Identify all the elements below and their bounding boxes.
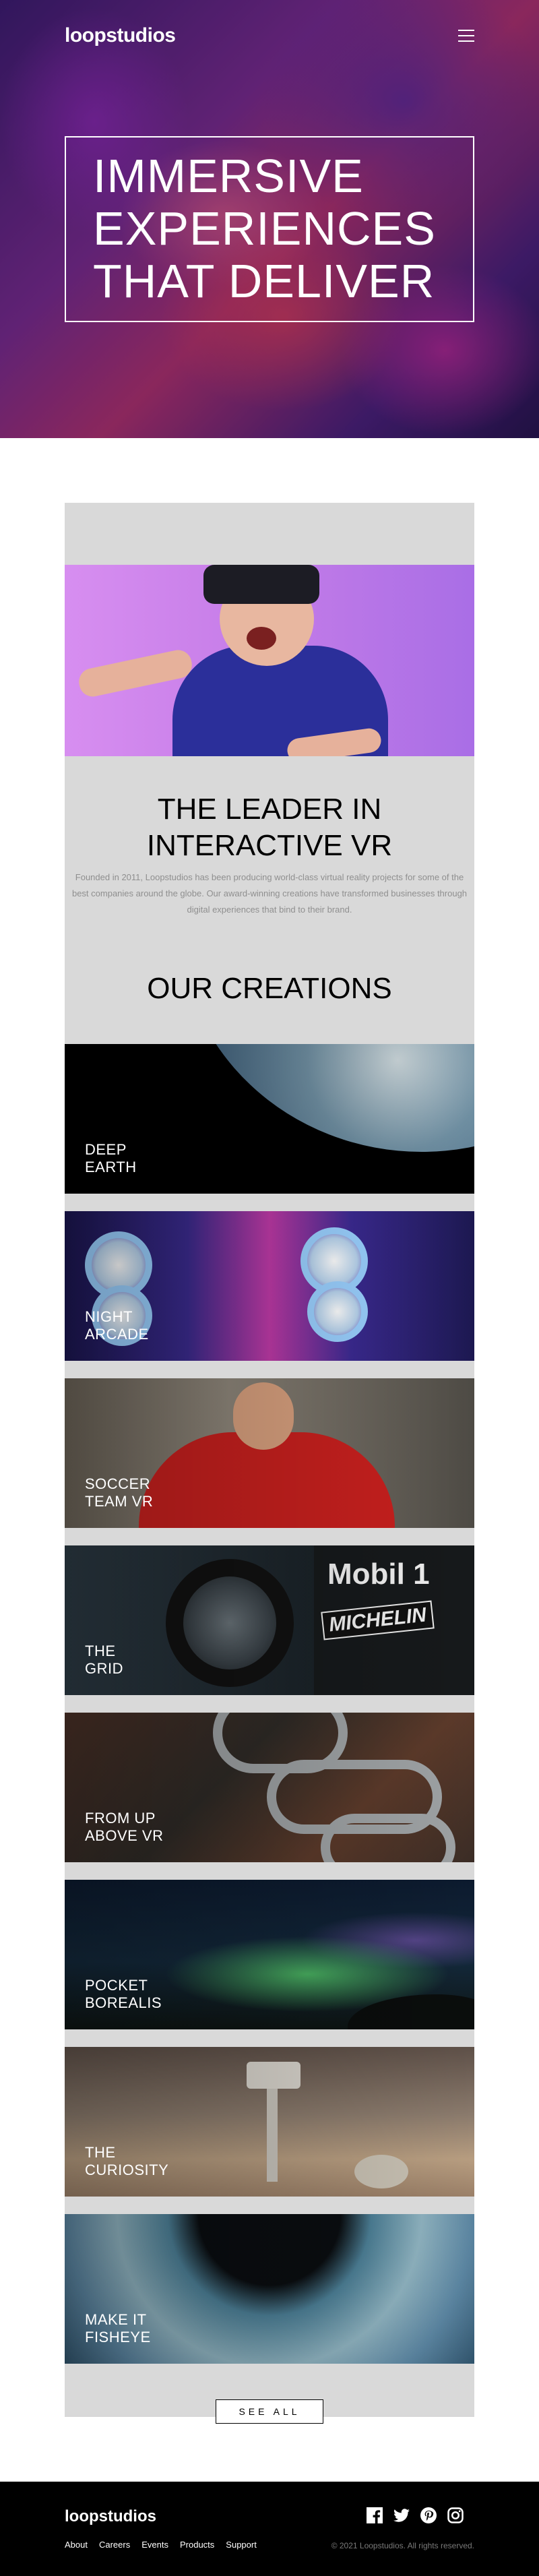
about-text: Founded in 2011, Loopstudios has been pr… <box>71 872 468 915</box>
hero-section: loopstudios IMMERSIVE EXPERIENCES THAT D… <box>0 0 539 438</box>
creation-label: POCKET BOREALIS <box>85 1977 162 2011</box>
social-links <box>367 2507 465 2525</box>
creation-label: DEEP EARTH <box>85 1141 137 1175</box>
logo[interactable]: loopstudios <box>65 24 176 47</box>
creation-label: THE CURIOSITY <box>85 2144 169 2178</box>
vr-headset-image <box>65 565 474 756</box>
hero-box: IMMERSIVE EXPERIENCES THAT DELIVER <box>65 136 474 322</box>
creation-label: SOCCER TEAM VR <box>85 1475 154 1510</box>
footer-link-support[interactable]: Support <box>226 2540 257 2550</box>
creation-label: NIGHT ARCADE <box>85 1308 149 1343</box>
creation-card-deep-earth[interactable]: DEEP EARTH <box>65 1044 474 1194</box>
facebook-icon[interactable] <box>367 2507 384 2525</box>
hero-title: IMMERSIVE EXPERIENCES THAT DELIVER <box>93 150 436 307</box>
copyright-text: © 2021 Loopstudios. All rights reserved. <box>331 2541 474 2550</box>
creation-label: FROM UP ABOVE VR <box>85 1810 164 1844</box>
pinterest-icon[interactable] <box>420 2507 438 2525</box>
creation-label: MAKE IT FISHEYE <box>85 2311 151 2345</box>
about-title: THE LEADER IN INTERACTIVE VR <box>146 793 393 862</box>
creation-card-soccer-team-vr[interactable]: SOCCER TEAM VR <box>65 1378 474 1528</box>
hamburger-menu-icon[interactable] <box>458 30 474 42</box>
creation-card-the-curiosity[interactable]: THE CURIOSITY <box>65 2047 474 2197</box>
creation-card-make-it-fisheye[interactable]: MAKE IT FISHEYE <box>65 2214 474 2364</box>
creation-card-from-up-above-vr[interactable]: FROM UP ABOVE VR <box>65 1713 474 1862</box>
footer-link-events[interactable]: Events <box>141 2540 168 2550</box>
creations-title: OUR CREATIONS <box>147 972 392 1005</box>
twitter-icon[interactable] <box>393 2507 411 2525</box>
main-content: THE LEADER IN INTERACTIVE VR Founded in … <box>65 503 474 2424</box>
footer: loopstudios About Careers Events Product… <box>0 2482 539 2576</box>
footer-link-careers[interactable]: Careers <box>99 2540 130 2550</box>
creation-label: THE GRID <box>85 1643 123 1677</box>
instagram-icon[interactable] <box>447 2507 465 2525</box>
see-all-button[interactable]: SEE ALL <box>216 2399 323 2424</box>
creation-card-pocket-borealis[interactable]: POCKET BOREALIS <box>65 1880 474 2029</box>
footer-link-products[interactable]: Products <box>180 2540 214 2550</box>
footer-nav: About Careers Events Products Support <box>65 2540 257 2550</box>
creation-card-night-arcade[interactable]: NIGHT ARCADE <box>65 1211 474 1361</box>
creation-card-the-grid[interactable]: Mobil 1 MICHELIN THE GRID <box>65 1545 474 1695</box>
footer-link-about[interactable]: About <box>65 2540 88 2550</box>
footer-logo[interactable]: loopstudios <box>65 2507 156 2526</box>
